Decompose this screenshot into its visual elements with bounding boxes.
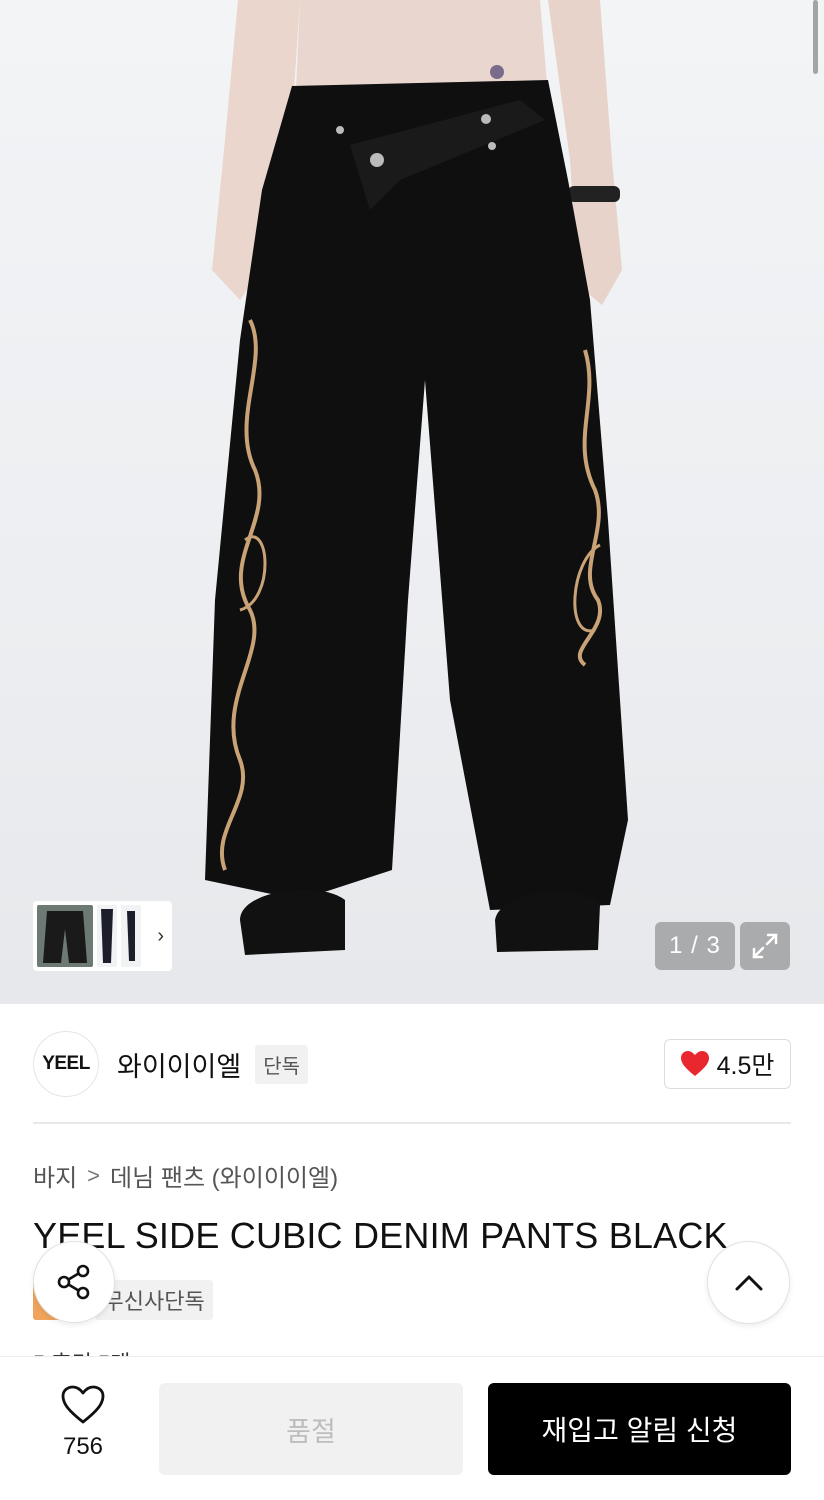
expand-icon: [752, 933, 778, 959]
soldout-button[interactable]: 품절: [159, 1383, 463, 1475]
product-title: YEEL SIDE CUBIC DENIM PANTS BLACK: [33, 1215, 728, 1256]
brand-like-button[interactable]: 4.5만: [664, 1039, 791, 1089]
thumbnail-strip[interactable]: ›: [33, 901, 172, 971]
wishlist-button[interactable]: 756: [44, 1385, 122, 1475]
breadcrumb: 바지 > 데님 팬츠 (와이이이엘): [33, 1158, 338, 1193]
bottom-action-bar: 756 품절 재입고 알림 신청: [0, 1356, 824, 1500]
exclusive-tag: 단독: [255, 1044, 309, 1084]
thumbnail[interactable]: [37, 905, 93, 967]
share-button[interactable]: [33, 1241, 115, 1323]
chevron-right-icon[interactable]: ›: [157, 925, 164, 948]
product-photo: [205, 0, 628, 955]
restock-alert-button[interactable]: 재입고 알림 신청: [488, 1383, 791, 1475]
wishlist-count: 756: [62, 1433, 104, 1460]
breadcrumb-subcategory[interactable]: 데님 팬츠 (와이이이엘): [110, 1158, 338, 1193]
divider: [33, 1122, 791, 1124]
image-counter: 1 / 3: [655, 922, 735, 970]
heart-filled-icon: [680, 1051, 709, 1076]
thumbnail[interactable]: [121, 905, 141, 967]
product-image-gallery[interactable]: › 1 / 3: [0, 0, 824, 1004]
chevron-up-icon: [735, 1275, 762, 1290]
share-icon: [57, 1264, 90, 1300]
expand-button[interactable]: [740, 922, 790, 970]
scroll-top-button[interactable]: [707, 1241, 790, 1324]
scroll-indicator[interactable]: [813, 0, 818, 74]
brand-row: YEEL 와이이이엘 단독 4.5만: [33, 1030, 791, 1098]
brand-logo[interactable]: YEEL: [33, 1031, 99, 1097]
heart-outline-icon: [61, 1385, 105, 1424]
breadcrumb-category[interactable]: 바지: [33, 1158, 77, 1193]
brand-name[interactable]: 와이이이엘: [117, 1045, 241, 1084]
thumbnail[interactable]: [97, 905, 117, 967]
chevron-right-icon: >: [87, 1162, 101, 1188]
brand-like-count: 4.5만: [716, 1052, 775, 1080]
